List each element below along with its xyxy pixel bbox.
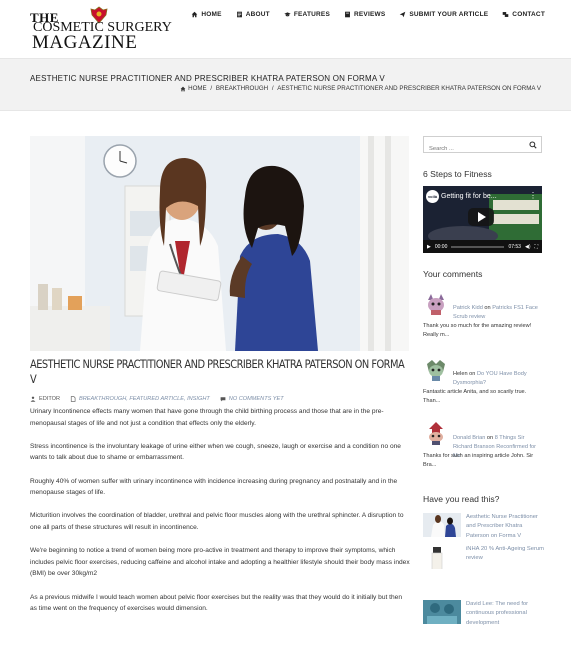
avatar	[423, 290, 449, 316]
read-thumbnail[interactable]	[423, 513, 461, 537]
breadcrumb-separator: /	[208, 85, 214, 92]
channel-logo[interactable]: voilà	[426, 190, 439, 203]
post-paragraph: We're beginning to notice a trend of wom…	[30, 547, 410, 578]
play-icon[interactable]: ▶	[427, 244, 431, 250]
surgery-thumbnail	[423, 600, 461, 624]
video-controls: ▶ 00:00 07:53 ◀) ⛶	[423, 240, 542, 253]
post-paragraph: As a previous midwife I would teach wome…	[30, 593, 403, 613]
nav-reviews-label: REVIEWS	[353, 11, 386, 18]
read-title[interactable]: iNHA 20 % Anti-Ageing Serum review	[466, 545, 546, 564]
fitness-heading: 6 Steps to Fitness	[423, 169, 492, 179]
video-time-total: 07:53	[508, 243, 521, 250]
send-icon	[400, 11, 406, 18]
comment-meta: Patrick Kidd on Patricks FS1 Face Scrub …	[453, 304, 545, 322]
post-paragraph: Micturition involves the coordination of…	[30, 512, 404, 531]
document-icon	[236, 11, 242, 18]
site-logo[interactable]: THE COSMETIC SURGERY MAGAZINE	[30, 6, 172, 53]
comment-author[interactable]: Donald Brian	[453, 435, 485, 441]
read-title[interactable]: David Lee: The need for continuous profe…	[466, 600, 546, 628]
video-player[interactable]: voilà Getting fit for be... ⋮ ▶ 00:00 07…	[423, 186, 542, 253]
comment-excerpt: Fantastic article Anita, and so scarily …	[423, 389, 527, 404]
search-box	[423, 136, 542, 157]
breadcrumb-home[interactable]: HOME	[188, 85, 207, 92]
video-title[interactable]: Getting fit for be...	[441, 193, 497, 200]
comment-on: on	[485, 435, 495, 441]
post-meta: EDITOR BREAKTHROUGH, FEATURED ARTICLE, I…	[30, 396, 284, 402]
comment-on: on	[467, 371, 477, 377]
post-author[interactable]: EDITOR	[39, 396, 60, 402]
post-paragraph: Roughly 40% of women suffer with urinary…	[30, 477, 398, 497]
user-icon	[30, 396, 36, 402]
fullscreen-icon[interactable]: ⛶	[534, 244, 538, 250]
page-title: AESTHETIC NURSE PRACTITIONER AND PRESCRI…	[30, 74, 385, 83]
video-time-current: 00:00	[434, 243, 448, 250]
more-options-icon[interactable]: ⋮	[529, 192, 537, 200]
read-title[interactable]: Aesthetic Nurse Practitioner and Prescri…	[466, 513, 546, 541]
site-header: THE COSMETIC SURGERY MAGAZINE HOME ABOUT…	[0, 0, 571, 58]
home-icon	[192, 11, 198, 18]
post-paragraph: Stress incontinence is the involuntary l…	[30, 442, 401, 462]
nurse-consultation-photo	[30, 136, 409, 351]
read-heading: Have you read this?	[423, 494, 500, 504]
search-input[interactable]	[424, 141, 524, 157]
nav-about[interactable]: ABOUT	[236, 11, 270, 18]
volume-icon[interactable]: ◀)	[525, 244, 531, 250]
nav-about-label: ABOUT	[245, 11, 270, 18]
post-paragraph: Urinary Incontinence effects many women …	[30, 408, 384, 427]
contacts-icon	[502, 12, 509, 17]
breadcrumb: HOME / BREAKTHROUGH / AESTHETIC NURSE PR…	[180, 85, 541, 92]
post-categories[interactable]: BREAKTHROUGH, FEATURED ARTICLE, INSIGHT	[79, 396, 210, 402]
serum-bottle-thumbnail	[431, 547, 443, 569]
graduation-cap-icon	[284, 12, 291, 17]
play-button[interactable]	[468, 208, 494, 226]
comment-excerpt: Thank you so much for the amazing review…	[423, 323, 532, 338]
post-title: AESTHETIC NURSE PRACTITIONER AND PRESCRI…	[30, 358, 405, 386]
nurse-consultation-thumbnail	[423, 513, 461, 537]
breadcrumb-category[interactable]: BREAKTHROUGH	[216, 85, 268, 92]
logo-line-magazine: MAGAZINE	[32, 32, 138, 53]
post-comments-link[interactable]: NO COMMENTS YET	[229, 396, 284, 402]
nav-reviews[interactable]: REVIEWS	[344, 11, 385, 18]
comment-on: on	[482, 305, 493, 311]
read-thumbnail[interactable]	[423, 600, 461, 624]
nav-submit-article[interactable]: SUBMIT YOUR ARTICLE	[399, 11, 488, 18]
nav-home[interactable]: HOME	[191, 11, 222, 18]
nav-home-label: HOME	[201, 11, 222, 18]
read-thumbnail[interactable]	[423, 545, 461, 569]
featured-image	[30, 136, 409, 351]
comments-heading: Your comments	[423, 269, 483, 279]
main-nav: HOME ABOUT FEATURES REVIEWS SUBMIT YOUR …	[191, 11, 545, 18]
comment-author[interactable]: Patrick Kidd	[453, 305, 483, 311]
breadcrumb-separator: /	[270, 85, 276, 92]
comment-excerpt: Thanks for such an inspiring article Joh…	[423, 453, 534, 468]
breadcrumb-current: AESTHETIC NURSE PRACTITIONER AND PRESCRI…	[277, 85, 541, 92]
avatar	[423, 356, 449, 382]
nav-contact-label: CONTACT	[512, 11, 545, 18]
nav-submit-label: SUBMIT YOUR ARTICLE	[409, 11, 489, 18]
comment-icon	[220, 397, 226, 402]
avatar	[423, 420, 449, 446]
home-icon	[180, 86, 186, 91]
post-body: Urinary Incontinence effects many women …	[30, 406, 410, 626]
video-progress-track[interactable]	[451, 245, 505, 248]
document-icon	[70, 396, 76, 402]
book-icon	[345, 11, 350, 18]
nav-features-label: FEATURES	[293, 11, 330, 18]
comment-author: Helen	[453, 371, 468, 377]
page-title-bar: AESTHETIC NURSE PRACTITIONER AND PRESCRI…	[0, 58, 571, 111]
nav-features[interactable]: FEATURES	[284, 11, 330, 18]
nav-contact[interactable]: CONTACT	[502, 11, 545, 18]
comment-meta: Helen on Do YOU Have Body Dysmorphia?	[453, 370, 545, 388]
search-icon[interactable]	[529, 141, 537, 149]
